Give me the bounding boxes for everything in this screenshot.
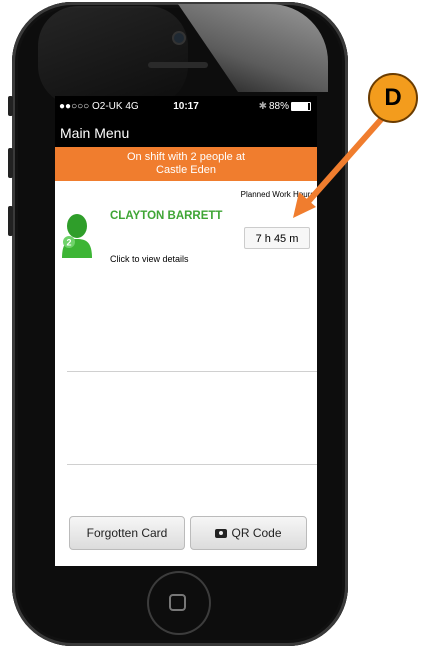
battery-percent: 88% [268, 101, 289, 112]
phone-frame: ●●○○○ O2-UK 4G 10:17 ✱ 88% Main Menu On … [8, 0, 352, 649]
annotation-badge: D [368, 73, 418, 123]
forgotten-card-button[interactable]: Forgotten Card [69, 516, 185, 550]
planned-hours-header: Planned Work Hours L [240, 190, 317, 199]
avatar-number: 2 [66, 238, 71, 248]
person-avatar-icon: 2 [62, 214, 92, 258]
shift-banner: On shift with 2 people at Castle Eden [55, 147, 317, 181]
battery-icon [291, 102, 311, 111]
home-square-icon [169, 594, 186, 611]
camera-icon [215, 528, 228, 538]
list-divider-1 [67, 371, 317, 372]
list-divider-2 [67, 464, 317, 465]
qr-code-button[interactable]: QR Code [190, 516, 307, 550]
mute-switch [8, 96, 13, 116]
page-title: Main Menu [60, 125, 130, 141]
earpiece-speaker [148, 62, 208, 68]
volume-up-button [8, 148, 13, 178]
view-details-link[interactable]: Click to view details [110, 254, 189, 264]
battery-status: ✱ 88% [259, 101, 311, 112]
planned-hours-value: 7 h 45 m [244, 227, 310, 249]
shift-banner-text: On shift with 2 people at Castle Eden [126, 151, 245, 176]
phone-screen: ●●○○○ O2-UK 4G 10:17 ✱ 88% Main Menu On … [55, 96, 317, 566]
front-camera [174, 33, 184, 43]
qr-code-label: QR Code [231, 526, 282, 540]
worker-name[interactable]: CLAYTON BARRETT [110, 210, 222, 222]
forgotten-card-label: Forgotten Card [86, 526, 168, 540]
screen-glare [38, 6, 188, 106]
nav-bar: Main Menu [55, 119, 317, 147]
volume-down-button [8, 206, 13, 236]
status-bar: ●●○○○ O2-UK 4G 10:17 ✱ 88% [55, 96, 317, 119]
bluetooth-icon: ✱ [258, 101, 267, 112]
annotation-label: D [384, 84, 402, 111]
